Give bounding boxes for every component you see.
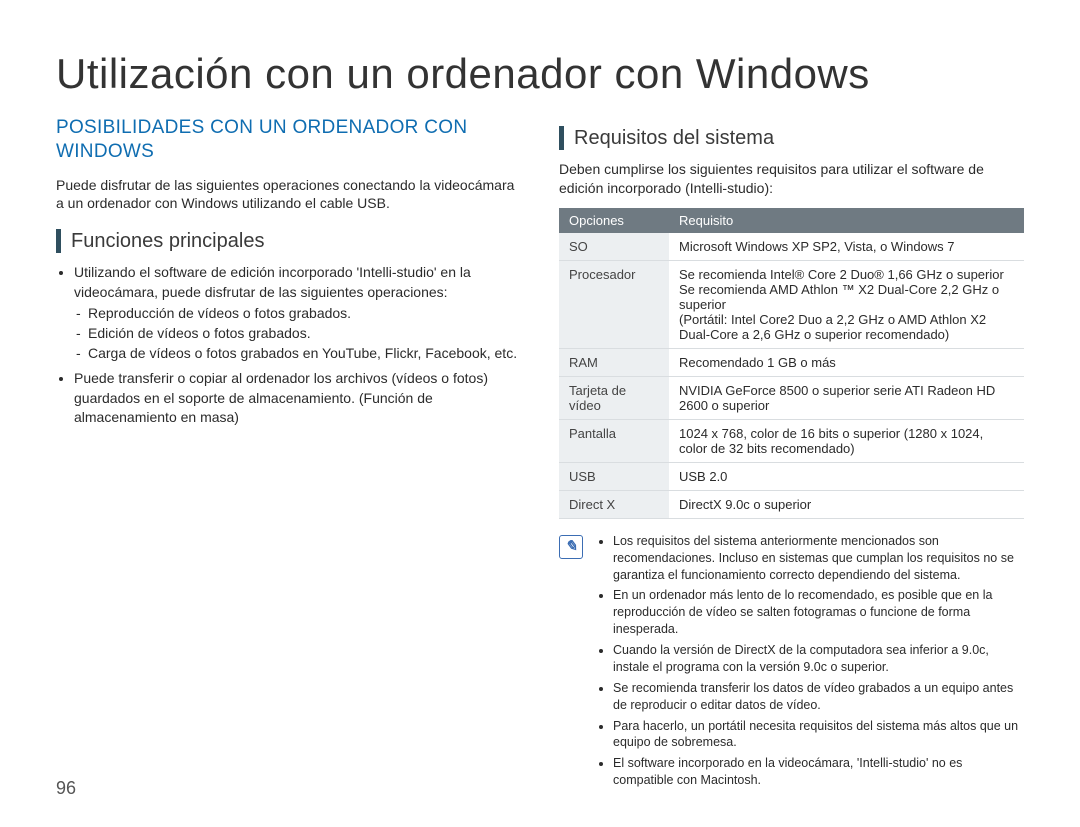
- list-item: Reproducción de vídeos o fotos grabados.: [88, 304, 521, 324]
- table-row: Pantalla 1024 x 768, color de 16 bits o …: [559, 419, 1024, 462]
- document-page: Utilización con un ordenador con Windows…: [0, 0, 1080, 827]
- cell-option: RAM: [559, 348, 669, 376]
- subheading-label: Funciones principales: [71, 230, 264, 253]
- table-row: Tarjeta de vídeo NVIDIA GeForce 8500 o s…: [559, 376, 1024, 419]
- two-column-layout: POSIBILIDADES CON UN ORDENADOR CON WINDO…: [56, 116, 1024, 793]
- subheading-label: Requisitos del sistema: [574, 127, 774, 150]
- subheading-requisitos: Requisitos del sistema: [559, 126, 1024, 150]
- list-item: En un ordenador más lento de lo recomend…: [613, 587, 1024, 638]
- list-item: Edición de vídeos o fotos grabados.: [88, 324, 521, 344]
- list-item: Los requisitos del sistema anteriormente…: [613, 533, 1024, 584]
- page-title: Utilización con un ordenador con Windows: [56, 50, 1024, 98]
- page-number: 96: [56, 778, 76, 799]
- note-box: ✎ Los requisitos del sistema anteriormen…: [559, 533, 1024, 793]
- list-item: Puede transferir o copiar al ordenador l…: [74, 369, 521, 428]
- cell-requirement: DirectX 9.0c o superior: [669, 490, 1024, 518]
- cell-requirement: Microsoft Windows XP SP2, Vista, o Windo…: [669, 233, 1024, 261]
- list-item: Cuando la versión de DirectX de la compu…: [613, 642, 1024, 676]
- right-column: Requisitos del sistema Deben cumplirse l…: [559, 116, 1024, 793]
- sub-list: Reproducción de vídeos o fotos grabados.…: [74, 304, 521, 363]
- list-item: Utilizando el software de edición incorp…: [74, 263, 521, 363]
- list-item: Para hacerlo, un portátil necesita requi…: [613, 718, 1024, 752]
- table-row: Procesador Se recomienda Intel® Core 2 D…: [559, 260, 1024, 348]
- list-item: Carga de vídeos o fotos grabados en YouT…: [88, 344, 521, 364]
- intro-paragraph: Puede disfrutar de las siguientes operac…: [56, 176, 521, 214]
- cell-requirement: USB 2.0: [669, 462, 1024, 490]
- table-row: USB USB 2.0: [559, 462, 1024, 490]
- note-icon: ✎: [559, 535, 583, 559]
- table-row: SO Microsoft Windows XP SP2, Vista, o Wi…: [559, 233, 1024, 261]
- cell-option: SO: [559, 233, 669, 261]
- cell-option: USB: [559, 462, 669, 490]
- cell-requirement: 1024 x 768, color de 16 bits o superior …: [669, 419, 1024, 462]
- list-item: Se recomienda transferir los datos de ví…: [613, 680, 1024, 714]
- cell-option: Direct X: [559, 490, 669, 518]
- table-body: SO Microsoft Windows XP SP2, Vista, o Wi…: [559, 233, 1024, 519]
- cell-requirement: Se recomienda Intel® Core 2 Duo® 1,66 GH…: [669, 260, 1024, 348]
- list-text: Utilizando el software de edición incorp…: [74, 264, 471, 300]
- table-header-options: Opciones: [559, 208, 669, 233]
- cell-option: Tarjeta de vídeo: [559, 376, 669, 419]
- subheading-funciones: Funciones principales: [56, 229, 521, 253]
- main-functions-list: Utilizando el software de edición incorp…: [56, 263, 521, 428]
- note-list: Los requisitos del sistema anteriormente…: [595, 533, 1024, 793]
- cell-requirement: NVIDIA GeForce 8500 o superior serie ATI…: [669, 376, 1024, 419]
- cell-option: Procesador: [559, 260, 669, 348]
- table-row: Direct X DirectX 9.0c o superior: [559, 490, 1024, 518]
- section-heading-possibilities: POSIBILIDADES CON UN ORDENADOR CON WINDO…: [56, 116, 521, 164]
- requirements-intro: Deben cumplirse los siguientes requisito…: [559, 160, 1024, 198]
- table-row: RAM Recomendado 1 GB o más: [559, 348, 1024, 376]
- list-item: El software incorporado en la videocámar…: [613, 755, 1024, 789]
- left-column: POSIBILIDADES CON UN ORDENADOR CON WINDO…: [56, 116, 521, 793]
- cell-option: Pantalla: [559, 419, 669, 462]
- cell-requirement: Recomendado 1 GB o más: [669, 348, 1024, 376]
- table-header-requirement: Requisito: [669, 208, 1024, 233]
- requirements-table: Opciones Requisito SO Microsoft Windows …: [559, 208, 1024, 519]
